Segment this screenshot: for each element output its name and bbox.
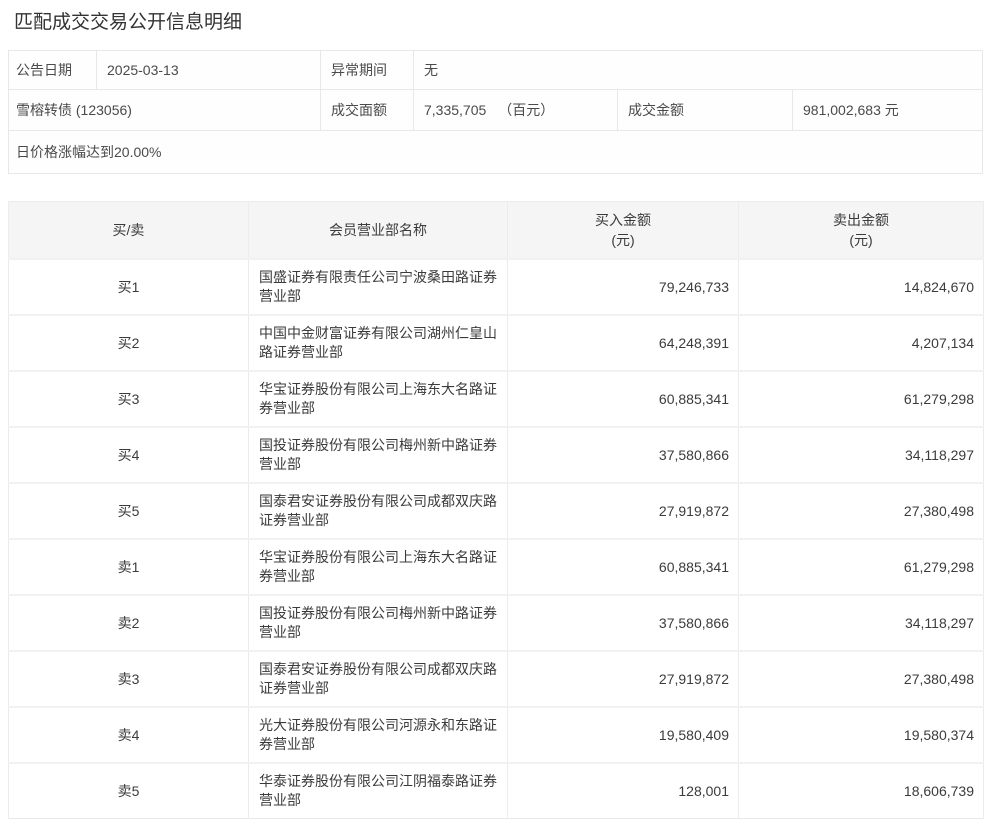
sell-amount-cell: 27,380,498 xyxy=(739,483,984,539)
buy-amount-cell: 128,001 xyxy=(508,763,739,819)
table-row: 买5 国泰君安证券股份有限公司成都双庆路证券营业部 27,919,872 27,… xyxy=(9,483,984,539)
face-value: 7,335,705 xyxy=(424,102,486,118)
turnover-value: 981,002,683 元 xyxy=(793,90,982,130)
info-panel: 公告日期 2025-03-13 异常期间 无 雪榕转债 (123056) 成交面… xyxy=(8,50,983,174)
header-buy-amount: 买入金额 (元) xyxy=(508,202,739,259)
buy-amount-cell: 37,580,866 xyxy=(508,427,739,483)
buy-amount-cell: 27,919,872 xyxy=(508,483,739,539)
branch-cell: 华宝证券股份有限公司上海东大名路证券营业部 xyxy=(249,539,508,595)
side-cell: 买3 xyxy=(9,371,249,427)
buy-amount-cell: 27,919,872 xyxy=(508,651,739,707)
table-row: 卖5 华泰证券股份有限公司江阴福泰路证券营业部 128,001 18,606,7… xyxy=(9,763,984,819)
branch-cell: 华宝证券股份有限公司上海东大名路证券营业部 xyxy=(249,371,508,427)
face-value-label: 成交面额 xyxy=(321,90,414,130)
table-row: 买3 华宝证券股份有限公司上海东大名路证券营业部 60,885,341 61,2… xyxy=(9,371,984,427)
side-cell: 卖5 xyxy=(9,763,249,819)
branch-cell: 光大证券股份有限公司河源永和东路证券营业部 xyxy=(249,707,508,763)
buy-amount-cell: 79,246,733 xyxy=(508,259,739,315)
sell-amount-cell: 61,279,298 xyxy=(739,371,984,427)
sell-amount-cell: 19,580,374 xyxy=(739,707,984,763)
trade-table: 买/卖 会员营业部名称 买入金额 (元) 卖出金额 (元) 买1 国盛证券有限责… xyxy=(8,201,984,819)
side-cell: 卖3 xyxy=(9,651,249,707)
side-cell: 买1 xyxy=(9,259,249,315)
sell-amount-cell: 14,824,670 xyxy=(739,259,984,315)
info-row-security: 雪榕转债 (123056) 成交面额 7,335,705 （百元） 成交金额 9… xyxy=(9,89,982,130)
table-row: 买2 中国中金财富证券有限公司湖州仁皇山路证券营业部 64,248,391 4,… xyxy=(9,315,984,371)
table-row: 卖1 华宝证券股份有限公司上海东大名路证券营业部 60,885,341 61,2… xyxy=(9,539,984,595)
table-header-row: 买/卖 会员营业部名称 买入金额 (元) 卖出金额 (元) xyxy=(9,202,984,259)
table-row: 买4 国投证券股份有限公司梅州新中路证券营业部 37,580,866 34,11… xyxy=(9,427,984,483)
info-row-date: 公告日期 2025-03-13 异常期间 无 xyxy=(9,51,982,89)
buy-amount-cell: 19,580,409 xyxy=(508,707,739,763)
header-sell-amount: 卖出金额 (元) xyxy=(739,202,984,259)
sell-amount-cell: 34,118,297 xyxy=(739,427,984,483)
sell-amount-cell: 4,207,134 xyxy=(739,315,984,371)
abnormal-period-label: 异常期间 xyxy=(321,51,414,89)
side-cell: 卖2 xyxy=(9,595,249,651)
table-row: 卖2 国投证券股份有限公司梅州新中路证券营业部 37,580,866 34,11… xyxy=(9,595,984,651)
abnormal-period-value: 无 xyxy=(414,51,982,89)
turnover-label: 成交金额 xyxy=(618,90,793,130)
table-row: 卖3 国泰君安证券股份有限公司成都双庆路证券营业部 27,919,872 27,… xyxy=(9,651,984,707)
sell-amount-cell: 61,279,298 xyxy=(739,539,984,595)
info-row-reason: 日价格涨幅达到20.00% xyxy=(9,130,982,173)
disclosure-reason: 日价格涨幅达到20.00% xyxy=(9,131,982,173)
table-row: 买1 国盛证券有限责任公司宁波桑田路证券营业部 79,246,733 14,82… xyxy=(9,259,984,315)
announce-date-label: 公告日期 xyxy=(9,51,97,89)
header-branch: 会员营业部名称 xyxy=(249,202,508,259)
sell-amount-cell: 18,606,739 xyxy=(739,763,984,819)
side-cell: 买4 xyxy=(9,427,249,483)
buy-amount-cell: 60,885,341 xyxy=(508,539,739,595)
buy-amount-cell: 37,580,866 xyxy=(508,595,739,651)
sell-amount-cell: 27,380,498 xyxy=(739,651,984,707)
side-cell: 卖4 xyxy=(9,707,249,763)
branch-cell: 国泰君安证券股份有限公司成都双庆路证券营业部 xyxy=(249,483,508,539)
side-cell: 买5 xyxy=(9,483,249,539)
header-side: 买/卖 xyxy=(9,202,249,259)
face-value-cell: 7,335,705 （百元） xyxy=(414,90,618,130)
buy-amount-cell: 64,248,391 xyxy=(508,315,739,371)
side-cell: 卖1 xyxy=(9,539,249,595)
branch-cell: 国投证券股份有限公司梅州新中路证券营业部 xyxy=(249,595,508,651)
branch-cell: 国盛证券有限责任公司宁波桑田路证券营业部 xyxy=(249,259,508,315)
announce-date-value: 2025-03-13 xyxy=(97,51,321,89)
branch-cell: 国投证券股份有限公司梅州新中路证券营业部 xyxy=(249,427,508,483)
branch-cell: 中国中金财富证券有限公司湖州仁皇山路证券营业部 xyxy=(249,315,508,371)
side-cell: 买2 xyxy=(9,315,249,371)
table-row: 卖4 光大证券股份有限公司河源永和东路证券营业部 19,580,409 19,5… xyxy=(9,707,984,763)
face-value-unit: （百元） xyxy=(498,100,554,120)
page-title: 匹配成交交易公开信息明细 xyxy=(14,10,983,36)
branch-cell: 华泰证券股份有限公司江阴福泰路证券营业部 xyxy=(249,763,508,819)
branch-cell: 国泰君安证券股份有限公司成都双庆路证券营业部 xyxy=(249,651,508,707)
security-name: 雪榕转债 (123056) xyxy=(9,90,321,130)
buy-amount-cell: 60,885,341 xyxy=(508,371,739,427)
sell-amount-cell: 34,118,297 xyxy=(739,595,984,651)
